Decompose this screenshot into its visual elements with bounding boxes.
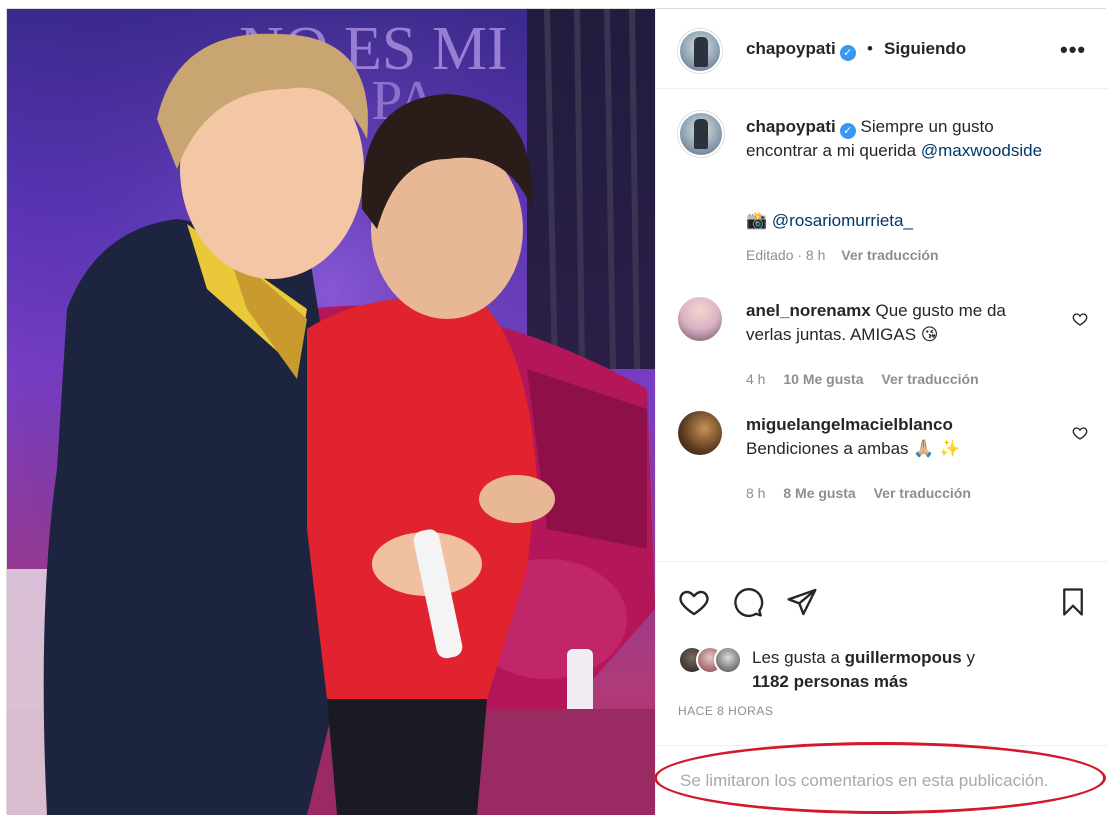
post-side-panel: chapoypati ✓ • Siguiendo ••• chapoypati ✓ …	[655, 9, 1108, 815]
likes-user-link[interactable]: guillermopous	[845, 648, 962, 667]
comment: anel_norenamx Que gusto me da verlas jun…	[746, 299, 1046, 347]
comment-avatar[interactable]	[678, 297, 722, 341]
comment-translate-link[interactable]: Ver traducción	[874, 485, 971, 501]
comment-meta: 4 h 10 Me gusta Ver traducción	[746, 371, 993, 387]
author-username[interactable]: chapoypati ✓	[746, 39, 856, 61]
caption-avatar[interactable]	[678, 111, 724, 157]
save-bookmark-icon[interactable]	[1058, 586, 1088, 618]
likes-prefix: Les gusta a	[752, 648, 840, 667]
comment-translate-link[interactable]: Ver traducción	[881, 371, 978, 387]
post-header: chapoypati ✓ • Siguiendo •••	[656, 9, 1108, 89]
photo-credit-link[interactable]: @rosariomurrieta_	[772, 211, 913, 230]
likes-conj: y	[966, 648, 976, 667]
post-timestamp[interactable]: HACE 8 HORAS	[678, 704, 773, 718]
post-photo[interactable]: NO ES MI LPA	[7, 9, 655, 815]
comment-like-heart-icon[interactable]	[1072, 311, 1088, 327]
following-button[interactable]: Siguiendo	[884, 39, 966, 59]
verified-badge-icon: ✓	[839, 123, 856, 139]
caption-mention-link[interactable]: @maxwoodside	[921, 141, 1042, 160]
comment-meta: 8 h 8 Me gusta Ver traducción	[746, 485, 985, 501]
comment: miguelangelmacielblanco Bendiciones a am…	[746, 413, 1046, 461]
comment-time: 8 h	[746, 485, 766, 501]
likes-summary: Les gusta a guillermopous y 1182 persona…	[752, 646, 1092, 694]
comment-text: Bendiciones a ambas 🙏🏼 ✨	[746, 439, 961, 458]
more-options-icon[interactable]: •••	[1060, 37, 1086, 63]
share-send-icon[interactable]	[786, 586, 818, 618]
comment-time: 4 h	[746, 371, 766, 387]
comment-avatar[interactable]	[678, 411, 722, 455]
instagram-post: NO ES MI LPA chapoypati ✓ • Siguiendo ••…	[6, 8, 1108, 815]
photo-illustration: NO ES MI LPA	[7, 9, 655, 815]
comment-likes[interactable]: 8 Me gusta	[783, 485, 855, 501]
author-username-text[interactable]: chapoypati	[746, 39, 836, 58]
comments-limited-notice: Se limitaron los comentarios en esta pub…	[656, 745, 1108, 815]
header-separator: •	[867, 39, 873, 58]
photo-credit: 📸 @rosariomurrieta_	[746, 211, 913, 231]
camera-icon: 📸	[746, 211, 768, 230]
comment-like-heart-icon[interactable]	[1072, 425, 1088, 441]
comments-limited-text: Se limitaron los comentarios en esta pub…	[680, 771, 1049, 790]
caption-edited: Editado · 8 h	[746, 247, 826, 263]
post-actions: Les gusta a guillermopous y 1182 persona…	[656, 561, 1108, 761]
caption-meta: Editado · 8 h Ver traducción	[746, 247, 939, 263]
caption-translate-link[interactable]: Ver traducción	[841, 247, 938, 263]
liker-avatar	[714, 646, 742, 674]
liker-avatars[interactable]	[678, 646, 742, 676]
caption-username[interactable]: chapoypati	[746, 117, 836, 136]
comment-username[interactable]: anel_norenamx	[746, 301, 871, 320]
verified-badge-icon: ✓	[839, 45, 856, 61]
like-heart-icon[interactable]	[678, 586, 710, 618]
comment-bubble-icon[interactable]	[732, 586, 764, 618]
caption: chapoypati ✓ Siempre un gusto encontrar a…	[746, 115, 1046, 163]
comment-likes[interactable]: 10 Me gusta	[783, 371, 863, 387]
comments-section: chapoypati ✓ Siempre un gusto encontrar a…	[656, 89, 1108, 559]
comment-username[interactable]: miguelangelmacielblanco	[746, 415, 953, 434]
likes-others-link[interactable]: 1182 personas más	[752, 672, 908, 691]
author-avatar[interactable]	[678, 29, 722, 73]
